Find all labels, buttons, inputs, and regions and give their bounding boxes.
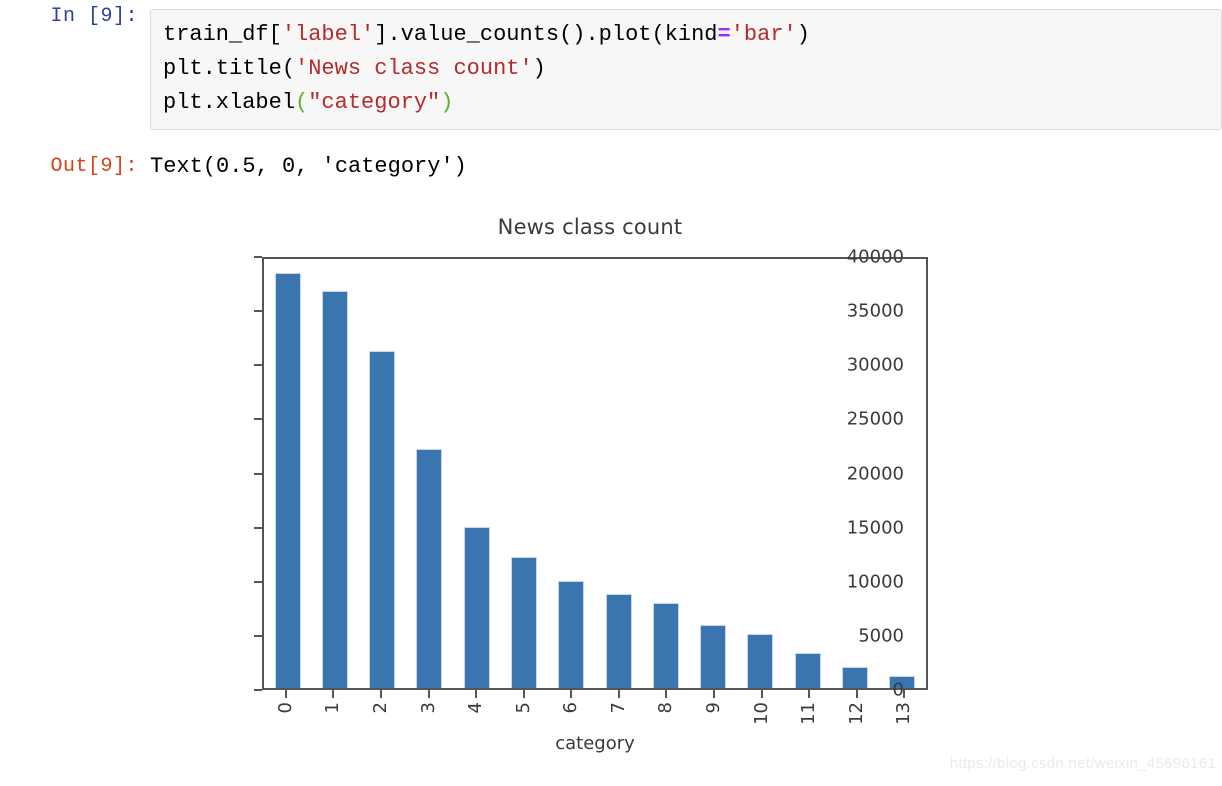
x-tick-mark (570, 690, 573, 698)
y-tick-mark (254, 634, 262, 637)
y-tick-mark (254, 310, 262, 313)
bar-5 (511, 557, 538, 688)
bar-slot (359, 259, 406, 688)
code-line-3: plt.xlabel("category") (163, 86, 1211, 120)
y-tick-label: 10000 (846, 571, 904, 593)
bar-slot (406, 259, 453, 688)
bar-2 (369, 351, 396, 688)
y-tick-mark (254, 580, 262, 583)
bar-slot (311, 259, 358, 688)
y-tick-mark (254, 418, 262, 421)
bar-9 (700, 624, 727, 688)
x-tick-label: 3 (417, 702, 439, 714)
output-prompt-label: Out[9]: (50, 155, 138, 178)
y-tick-label: 35000 (846, 300, 904, 322)
code-line-1: train_df['label'].value_counts().plot(ki… (163, 18, 1211, 52)
bar-4 (463, 527, 490, 688)
plot-area (262, 257, 928, 690)
bar-0 (274, 272, 301, 688)
code-token-plain: ) (796, 22, 810, 47)
x-tick-mark (855, 690, 858, 698)
y-tick-mark (254, 256, 262, 258)
code-token-plain: plt.xlabel (163, 90, 296, 115)
x-tick-mark (712, 690, 715, 698)
code-token-plain: ].value_counts().plot(kind (374, 22, 718, 47)
y-tick-label: 15000 (846, 517, 904, 539)
y-tick-label: 40000 (846, 246, 904, 268)
x-tick-label: 7 (607, 702, 629, 714)
x-tick-mark (332, 690, 335, 698)
y-tick-mark (254, 526, 262, 529)
bar-6 (558, 580, 585, 688)
x-tick-mark (760, 690, 763, 698)
code-token-str: 'News class count' (295, 56, 533, 81)
bar-3 (416, 448, 443, 688)
x-tick-label: 4 (465, 702, 487, 714)
x-tick-label: 11 (798, 702, 820, 725)
bar-slot (737, 259, 784, 688)
y-tick-label: 25000 (846, 408, 904, 430)
output-cell-row: Out[9]: Text(0.5, 0, 'category') (0, 150, 1222, 184)
bar-7 (605, 593, 632, 688)
code-token-plain: plt.title( (163, 56, 296, 81)
x-tick-mark (903, 690, 906, 698)
x-tick-mark (665, 690, 668, 698)
y-tick-label: 30000 (846, 354, 904, 376)
code-token-plain: ) (532, 56, 546, 81)
bar-slot (784, 259, 831, 688)
input-cell-row: In [9]: train_df['label'].value_counts()… (0, 0, 1222, 130)
x-tick-label: 1 (322, 702, 344, 714)
code-token-str: 'label' (281, 22, 375, 47)
x-tick-label: 5 (512, 702, 534, 714)
output-text-value: Text(0.5, 0, 'category') (150, 154, 467, 179)
y-tick-label: 20000 (846, 463, 904, 484)
bar-12 (842, 666, 869, 688)
bar-11 (794, 652, 821, 688)
bar-10 (747, 634, 774, 688)
y-tick-mark (254, 689, 262, 691)
y-tick-label: 5000 (858, 625, 904, 647)
bar-slot (264, 259, 311, 688)
x-tick-mark (617, 690, 620, 698)
bar-8 (652, 603, 679, 688)
code-token-op: = (717, 22, 731, 47)
x-tick-label: 10 (750, 702, 772, 725)
x-tick-label: 0 (274, 702, 296, 714)
x-tick-label: 9 (702, 702, 724, 714)
x-tick-mark (475, 690, 478, 698)
bar-series (264, 259, 926, 688)
input-prompt-label: In [9]: (50, 5, 138, 28)
bar-slot (500, 259, 547, 688)
chart-title: News class count (497, 215, 683, 239)
x-tick-mark (284, 690, 287, 698)
bar-slot (690, 259, 737, 688)
x-tick-label: 8 (655, 702, 677, 714)
x-tick-mark (522, 690, 525, 698)
x-tick-label: 12 (845, 702, 867, 725)
x-tick-mark (379, 690, 382, 698)
bar-1 (321, 291, 348, 688)
code-token-str: 'bar' (730, 22, 797, 47)
y-tick-mark (254, 472, 262, 475)
watermark-text: https://blog.csdn.net/weixin_45696161 (949, 755, 1216, 772)
code-token-plain: train_df[ (163, 22, 282, 47)
notebook-cell-group: In [9]: train_df['label'].value_counts()… (0, 0, 1222, 184)
x-tick-label: 6 (560, 702, 582, 714)
bar-slot (548, 259, 595, 688)
bar-slot (642, 259, 689, 688)
bar-slot (595, 259, 642, 688)
bar-slot (453, 259, 500, 688)
x-tick-mark (427, 690, 430, 698)
code-token-str: "category" (308, 90, 441, 115)
code-editor[interactable]: train_df['label'].value_counts().plot(ki… (150, 9, 1222, 130)
y-tick-mark (254, 364, 262, 367)
code-line-2: plt.title('News class count') (163, 52, 1211, 86)
code-token-paren: ( (295, 90, 309, 115)
x-tick-label: 2 (369, 702, 391, 714)
code-token-paren: ) (440, 90, 454, 115)
x-tick-label: 13 (893, 702, 915, 725)
x-axis-label: category (555, 733, 635, 754)
x-tick-mark (808, 690, 811, 698)
matplotlib-figure: News class count 0 5000 10000 15000 20000 250… (150, 205, 1030, 775)
